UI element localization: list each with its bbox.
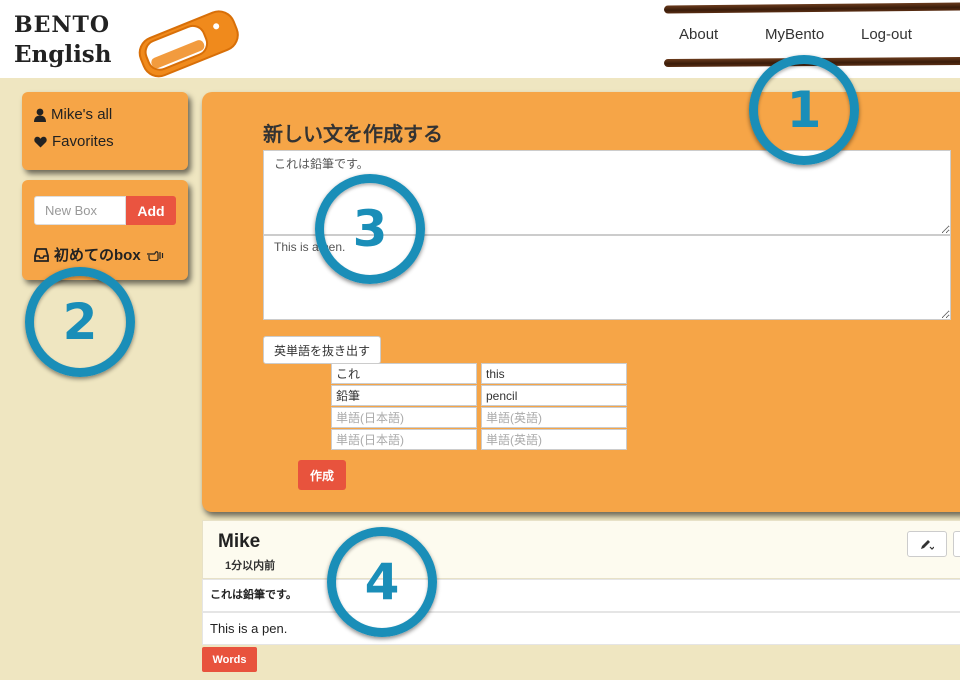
new-sentence-form: 新しい文を作成する 英単語を抜き出す 作成 <box>202 92 960 512</box>
post-timestamp: 1分以内前 <box>225 560 276 572</box>
post-edit-button[interactable] <box>907 531 947 557</box>
extract-words-button[interactable]: 英単語を抜き出す <box>263 336 381 364</box>
word-ja-input[interactable] <box>331 407 477 428</box>
sidebar-links-panel: Mike's all Favorites <box>22 92 188 170</box>
nav-about-link[interactable]: About <box>679 26 718 43</box>
bento-box-logo-icon <box>138 10 239 78</box>
form-title: 新しい文を作成する <box>263 124 443 146</box>
post-english-sentence: This is a pen. <box>202 612 960 645</box>
nav-logout-link[interactable]: Log-out <box>861 26 912 43</box>
user-icon <box>34 108 46 122</box>
nav-mybento-link[interactable]: MyBento <box>765 26 824 43</box>
new-box-input[interactable] <box>34 196 126 225</box>
japanese-sentence-textarea[interactable] <box>263 150 951 235</box>
logo-text[interactable]: BENTO English <box>14 10 111 70</box>
sidebar-item-label: 初めてのbox <box>54 247 141 264</box>
pencil-icon <box>921 540 934 550</box>
callout-marker-2: 2 <box>25 267 135 377</box>
logo-line1: BENTO <box>14 12 111 38</box>
sidebar-item-box[interactable]: 初めてのbox <box>34 244 164 265</box>
words-button[interactable]: Words <box>202 647 257 672</box>
sidebar-item-label: Mike's all <box>51 106 113 123</box>
sidebar-box-panel: Add 初めてのbox <box>22 180 188 280</box>
post-author[interactable]: Mike <box>218 531 260 553</box>
add-box-button[interactable]: Add <box>126 196 176 225</box>
sidebar-item-mikes-all[interactable]: Mike's all <box>34 106 112 123</box>
word-en-input[interactable] <box>481 407 627 428</box>
post-more-button[interactable] <box>953 531 960 557</box>
word-ja-input[interactable] <box>331 363 477 384</box>
sidebar-item-label: Favorites <box>52 133 114 150</box>
sidebar-item-favorites[interactable]: Favorites <box>34 133 114 150</box>
inbox-icon <box>34 247 49 262</box>
word-en-input[interactable] <box>481 363 627 384</box>
word-ja-input[interactable] <box>331 429 477 450</box>
post-japanese-sentence: これは鉛筆です。 <box>202 579 960 612</box>
english-sentence-textarea[interactable] <box>263 235 951 320</box>
heart-icon <box>34 136 47 147</box>
chopstick-bottom <box>663 56 960 68</box>
chopstick-top <box>663 2 960 14</box>
post-header: Mike 1分以内前 <box>202 520 960 579</box>
word-en-input[interactable] <box>481 429 627 450</box>
create-button[interactable]: 作成 <box>298 460 346 490</box>
site-header: BENTO English About MyBento Log-out <box>0 0 960 78</box>
logo-line2: English <box>14 41 112 68</box>
word-en-input[interactable] <box>481 385 627 406</box>
word-ja-input[interactable] <box>331 385 477 406</box>
hand-pointer-icon[interactable] <box>146 248 164 261</box>
